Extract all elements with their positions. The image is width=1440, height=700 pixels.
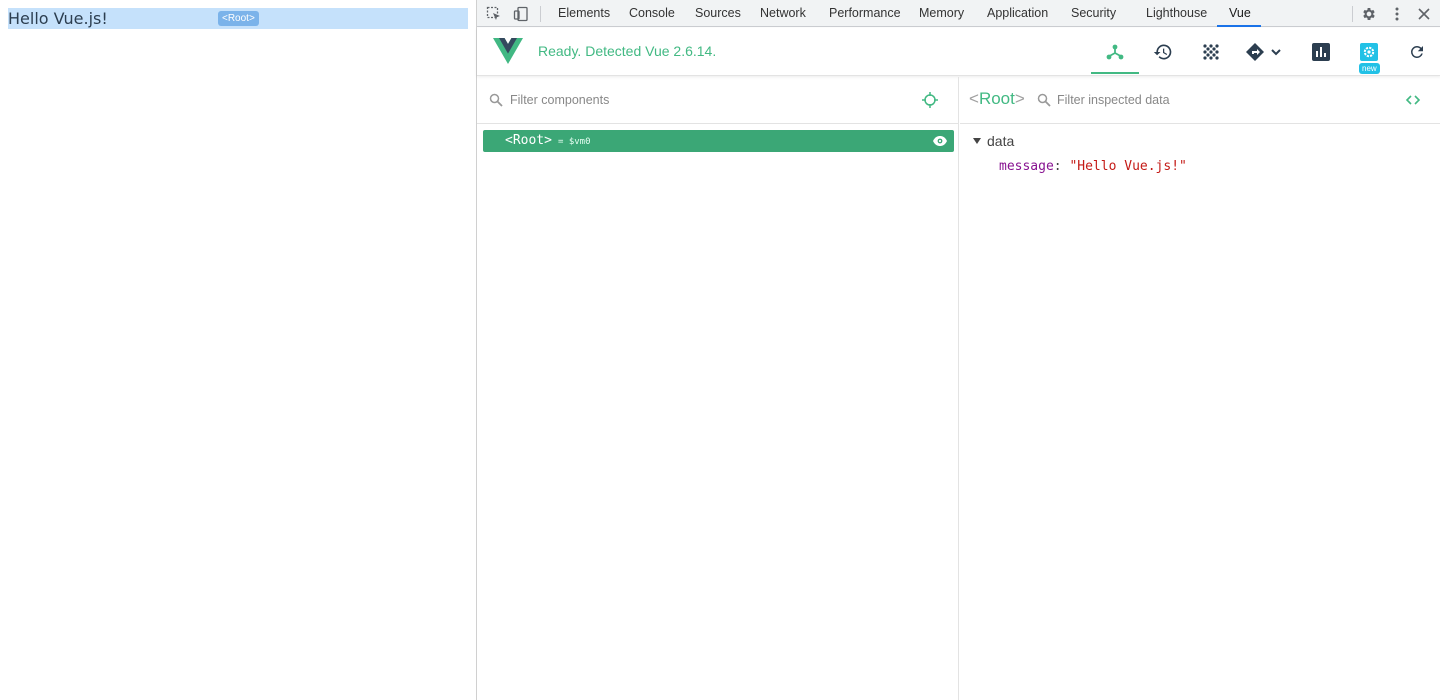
vue-status-text: Ready. Detected Vue 2.6.14. [538, 43, 717, 59]
performance-icon[interactable] [1305, 36, 1337, 68]
component-tree-row[interactable]: <Root> = $vm0 [483, 130, 954, 152]
components-panel: <Root> = $vm0 [477, 77, 959, 700]
refresh-icon[interactable] [1401, 36, 1433, 68]
tab-elements[interactable]: Elements [558, 0, 610, 27]
vuex-icon[interactable] [1195, 36, 1227, 68]
title-bracket-close: > [1014, 89, 1025, 108]
vue-logo-icon [493, 38, 523, 64]
select-component-target-icon[interactable] [922, 92, 938, 108]
inspector-panel: <Root> data message: "Hello Vue.js!" [960, 77, 1440, 700]
filter-components-input[interactable] [510, 91, 910, 109]
devtools-panel: Elements Console Sources Network Perform… [476, 0, 1440, 700]
tab-vue[interactable]: Vue [1229, 0, 1251, 27]
property-key: message [999, 159, 1054, 174]
components-tree-icon[interactable] [1099, 36, 1131, 68]
devtools-tabbar: Elements Console Sources Network Perform… [477, 0, 1440, 27]
title-component-name: Root [978, 89, 1015, 108]
search-icon [1037, 93, 1051, 107]
tab-performance[interactable]: Performance [829, 0, 901, 27]
property-value[interactable]: "Hello Vue.js!" [1069, 159, 1186, 174]
tab-lighthouse[interactable]: Lighthouse [1146, 0, 1207, 27]
data-property-row: message: "Hello Vue.js!" [999, 159, 1187, 174]
component-vm-ref: = $vm0 [558, 137, 591, 147]
vue-devtools-header: Ready. Detected Vue 2.6.14. new [477, 28, 1440, 76]
tab-console[interactable]: Console [629, 0, 675, 27]
collapse-arrow-icon[interactable] [973, 137, 981, 145]
eye-icon[interactable] [932, 134, 948, 148]
tab-sources[interactable]: Sources [695, 0, 741, 27]
property-colon: : [1053, 159, 1070, 174]
page: Hello Vue.js! <Root> Elements Console So… [0, 0, 1440, 700]
filter-inspected-data-input[interactable] [1057, 91, 1357, 109]
data-section-title[interactable]: data [987, 133, 1014, 149]
tab-separator [1352, 6, 1353, 22]
close-icon[interactable] [1414, 4, 1434, 24]
header-active-indicator [1091, 72, 1139, 74]
component-tag-badge: <Root> [218, 11, 259, 26]
router-icon[interactable] [1243, 36, 1287, 68]
settings-gear-icon[interactable] [1359, 4, 1379, 24]
components-filter-bar [477, 77, 959, 124]
component-name: <Root> [505, 133, 552, 148]
active-tab-indicator [1217, 25, 1261, 27]
inspect-element-icon[interactable] [484, 4, 504, 24]
hello-text: Hello Vue.js! [8, 9, 108, 28]
tab-security[interactable]: Security [1071, 0, 1116, 27]
more-vert-icon[interactable] [1387, 4, 1407, 24]
search-icon [489, 93, 503, 107]
tab-application[interactable]: Application [987, 0, 1048, 27]
inspector-filter-bar: <Root> [960, 77, 1440, 124]
code-icon[interactable] [1405, 92, 1421, 108]
title-bracket-open: < [969, 89, 979, 108]
history-icon[interactable] [1147, 36, 1179, 68]
tab-network[interactable]: Network [760, 0, 806, 27]
tab-separator [540, 6, 541, 22]
device-toolbar-icon[interactable] [511, 4, 531, 24]
inspected-page: Hello Vue.js! <Root> [0, 0, 476, 700]
tab-memory[interactable]: Memory [919, 0, 964, 27]
inspected-component-title: <Root> [969, 89, 1025, 109]
new-badge: new [1359, 63, 1380, 74]
